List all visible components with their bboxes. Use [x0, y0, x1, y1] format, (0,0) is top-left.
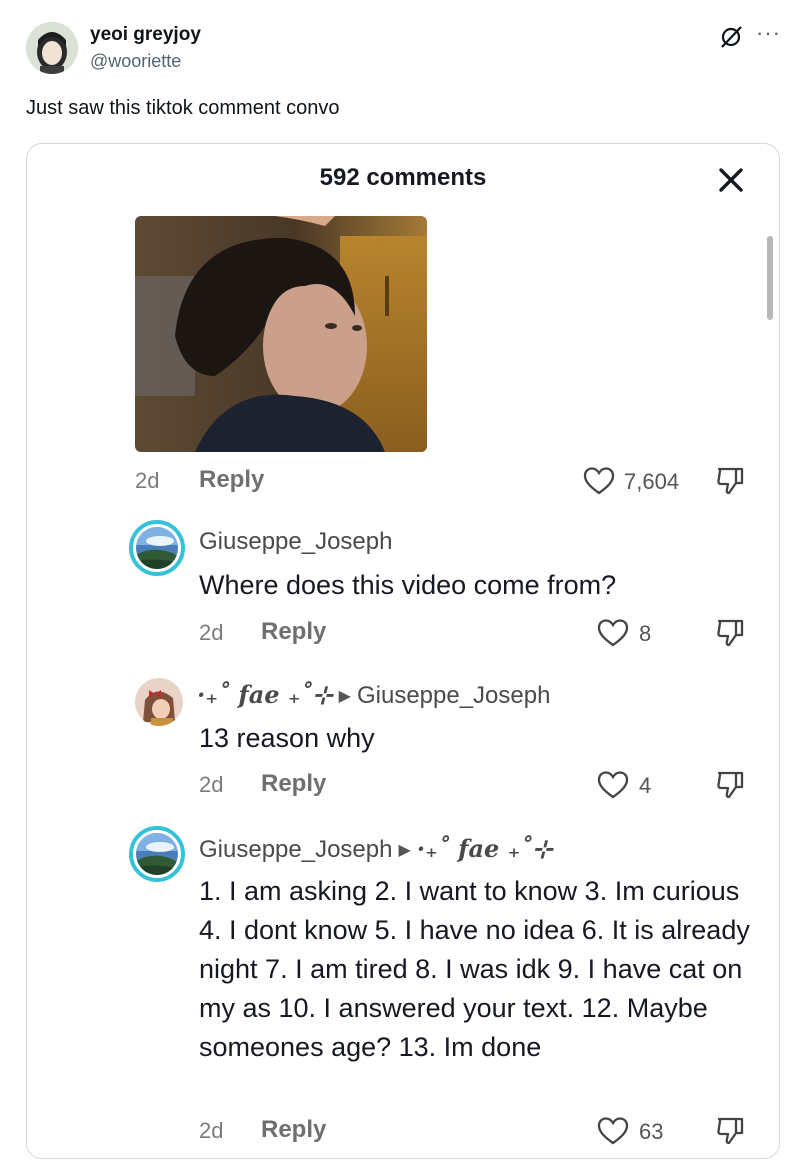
- comment-time: 2d: [199, 772, 224, 797]
- reply-arrow-icon: ▶: [398, 842, 411, 859]
- comment-avatar[interactable]: [135, 678, 183, 726]
- comment-avatar[interactable]: [129, 520, 185, 576]
- comment-author-name[interactable]: Giuseppe_Joseph: [199, 836, 392, 863]
- reply-arrow-icon: ▶: [338, 688, 351, 705]
- author-avatar[interactable]: [26, 22, 78, 74]
- comment-username[interactable]: Giuseppe_Joseph ▶ ·₊˚ 𝒇𝒂𝒆 ₊˚⊹: [199, 834, 552, 864]
- dislike-icon[interactable]: [715, 616, 747, 648]
- attached-image[interactable]: 592 comments 2d Reply 7,604 Giuseppe_Jos…: [26, 143, 780, 1159]
- author-display-name[interactable]: yeoi greyjoy: [90, 24, 201, 46]
- dislike-icon[interactable]: [715, 1114, 747, 1146]
- comment-like-count: 63: [639, 1119, 664, 1144]
- comment-author-name[interactable]: ·₊˚ 𝒇𝒂𝒆 ₊˚⊹: [197, 680, 333, 709]
- heart-icon[interactable]: [597, 618, 629, 648]
- reply-to-name[interactable]: Giuseppe_Joseph: [357, 682, 550, 709]
- comment-time: 2d: [199, 1118, 224, 1143]
- reply-to-name[interactable]: ·₊˚ 𝒇𝒂𝒆 ₊˚⊹: [417, 834, 553, 863]
- close-icon: [719, 168, 743, 192]
- comment-photo: [135, 216, 427, 452]
- tweet-text: Just saw this tiktok comment convo: [26, 97, 340, 119]
- comment-time: 2d: [199, 620, 224, 645]
- dislike-icon[interactable]: [715, 768, 747, 800]
- comment-reply-button[interactable]: Reply: [261, 618, 326, 646]
- heart-icon[interactable]: [597, 1116, 629, 1146]
- comment-avatar[interactable]: [129, 826, 185, 882]
- heart-icon[interactable]: [597, 770, 629, 800]
- top-comment-like-count: 7,604: [624, 469, 680, 494]
- scrollbar: [767, 236, 773, 320]
- comment-text: 13 reason why: [199, 723, 375, 753]
- dislike-icon[interactable]: [715, 464, 747, 496]
- comments-count-title: 592 comments: [319, 164, 487, 191]
- comment-reply-button[interactable]: Reply: [261, 770, 326, 798]
- comment-text: Where does this video come from?: [199, 570, 617, 600]
- comment-reply-button[interactable]: Reply: [261, 1116, 326, 1144]
- comment-like-count: 8: [639, 621, 652, 646]
- top-comment-time: 2d: [135, 468, 160, 493]
- grok-icon[interactable]: [718, 24, 744, 50]
- comment-username[interactable]: Giuseppe_Joseph: [199, 528, 392, 556]
- top-comment-reply-button[interactable]: Reply: [199, 466, 264, 494]
- comment-username[interactable]: ·₊˚ 𝒇𝒂𝒆 ₊˚⊹ ▶ Giuseppe_Joseph: [197, 680, 550, 710]
- more-options-icon[interactable]: ···: [756, 22, 781, 44]
- comment-text: 1. I am asking 2. I want to know 3. Im c…: [199, 876, 750, 1062]
- heart-icon[interactable]: [583, 466, 615, 496]
- author-handle[interactable]: @wooriette: [90, 51, 181, 72]
- comment-like-count: 4: [639, 773, 652, 798]
